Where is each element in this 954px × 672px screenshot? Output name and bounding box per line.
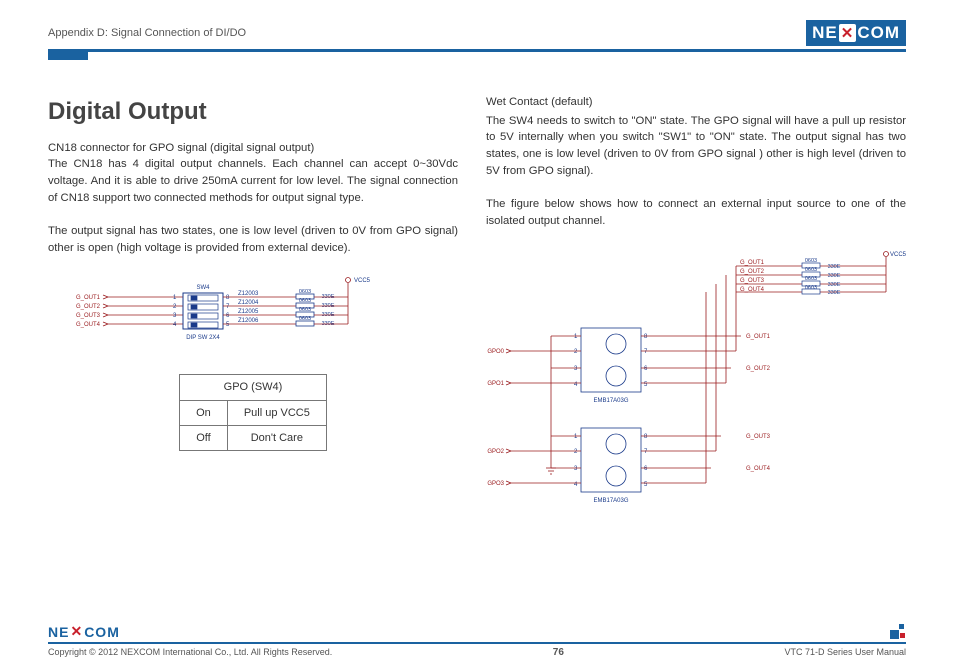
svg-text:SW4: SW4 xyxy=(196,285,210,291)
svg-text:0603: 0603 xyxy=(299,307,311,313)
svg-text:G_OUT2: G_OUT2 xyxy=(746,366,771,372)
svg-text:GPO3: GPO3 xyxy=(487,481,504,487)
copyright: Copyright © 2012 NEXCOM International Co… xyxy=(48,647,332,658)
svg-text:G_OUT2: G_OUT2 xyxy=(740,269,765,275)
svg-text:2: 2 xyxy=(574,349,578,355)
svg-text:Z12005: Z12005 xyxy=(238,309,259,315)
svg-text:G_OUT4: G_OUT4 xyxy=(740,287,765,293)
svg-text:6: 6 xyxy=(226,313,230,319)
svg-text:0603: 0603 xyxy=(299,289,311,295)
svg-text:G_OUT1: G_OUT1 xyxy=(740,260,765,266)
svg-text:3: 3 xyxy=(574,366,578,372)
para-output-states: The output signal has two states, one is… xyxy=(48,223,458,256)
svg-text:G_OUT3: G_OUT3 xyxy=(740,278,765,284)
para-cn18-intro: CN18 connector for GPO signal (digital s… xyxy=(48,140,458,157)
svg-text:GPO2: GPO2 xyxy=(487,449,504,455)
svg-text:G_OUT1: G_OUT1 xyxy=(746,334,771,340)
svg-text:6: 6 xyxy=(644,366,648,372)
svg-text:DIP SW 2X4: DIP SW 2X4 xyxy=(186,335,220,341)
svg-text:2: 2 xyxy=(173,304,177,310)
svg-text:8: 8 xyxy=(226,295,230,301)
svg-text:1: 1 xyxy=(574,434,578,440)
para-figure-intro: The figure below shows how to connect an… xyxy=(486,196,906,229)
svg-text:0603: 0603 xyxy=(299,316,311,322)
svg-text:G_OUT3: G_OUT3 xyxy=(76,313,101,319)
footer-mark-icon xyxy=(890,624,906,640)
para-cn18-spec: The CN18 has 4 digital output channels. … xyxy=(48,156,458,206)
svg-text:EMB17A03G: EMB17A03G xyxy=(593,398,628,404)
svg-text:G_OUT4: G_OUT4 xyxy=(76,322,101,328)
right-column: Wet Contact (default) The SW4 needs to s… xyxy=(486,94,906,533)
svg-text:330E: 330E xyxy=(828,290,841,296)
brand-logo: NE✕COM xyxy=(806,20,906,46)
svg-text:0603: 0603 xyxy=(805,285,817,291)
svg-text:GPO0: GPO0 xyxy=(487,349,504,355)
svg-text:7: 7 xyxy=(644,349,648,355)
svg-text:G_OUT3: G_OUT3 xyxy=(746,434,771,440)
appendix-label: Appendix D: Signal Connection of DI/DO xyxy=(48,27,246,39)
manual-name: VTC 71-D Series User Manual xyxy=(784,647,906,658)
page-title: Digital Output xyxy=(48,94,458,130)
svg-text:8: 8 xyxy=(644,434,648,440)
svg-text:0603: 0603 xyxy=(805,276,817,282)
svg-text:VCC5: VCC5 xyxy=(890,252,906,258)
svg-text:Z12004: Z12004 xyxy=(238,300,259,306)
svg-text:330E: 330E xyxy=(828,264,841,270)
svg-text:1: 1 xyxy=(173,295,177,301)
svg-text:4: 4 xyxy=(173,322,177,328)
diagram-sw4: G_OUT1 G_OUT2 G_OUT3 G_OUT4 1 2 3 4 8 7 … xyxy=(48,275,458,361)
svg-text:Z12003: Z12003 xyxy=(238,291,259,297)
svg-text:3: 3 xyxy=(173,313,177,319)
svg-text:0603: 0603 xyxy=(805,258,817,264)
svg-text:330E: 330E xyxy=(828,282,841,288)
svg-text:8: 8 xyxy=(644,334,648,340)
svg-text:G_OUT1: G_OUT1 xyxy=(76,295,101,301)
svg-text:Z12006: Z12006 xyxy=(238,318,259,324)
svg-text:7: 7 xyxy=(226,304,230,310)
svg-text:2: 2 xyxy=(574,449,578,455)
svg-text:5: 5 xyxy=(226,322,230,328)
svg-text:6: 6 xyxy=(644,466,648,472)
footer-logo: NE✕COM xyxy=(48,623,120,640)
svg-text:GPO1: GPO1 xyxy=(487,381,504,387)
left-column: Digital Output CN18 connector for GPO si… xyxy=(48,94,458,533)
svg-text:330E: 330E xyxy=(828,273,841,279)
para-sw4-on: The SW4 needs to switch to "ON" state. T… xyxy=(486,113,906,180)
svg-text:0603: 0603 xyxy=(299,298,311,304)
svg-text:VCC5: VCC5 xyxy=(354,278,371,284)
svg-text:3: 3 xyxy=(574,466,578,472)
svg-text:EMB17A03G: EMB17A03G xyxy=(593,498,628,504)
svg-text:1: 1 xyxy=(574,334,578,340)
svg-text:7: 7 xyxy=(644,449,648,455)
svg-text:G_OUT2: G_OUT2 xyxy=(76,304,101,310)
diagram-wet-contact: VCC5 G_OUT1G_OUT2 G_OUT3G_OUT4 06030603 … xyxy=(486,248,906,534)
page-number: 76 xyxy=(553,647,564,658)
gpo-sw4-table: GPO (SW4) OnPull up VCC5 OffDon't Care xyxy=(179,374,327,451)
wet-contact-heading: Wet Contact (default) xyxy=(486,94,906,111)
svg-text:G_OUT4: G_OUT4 xyxy=(746,466,771,472)
svg-text:0603: 0603 xyxy=(805,267,817,273)
